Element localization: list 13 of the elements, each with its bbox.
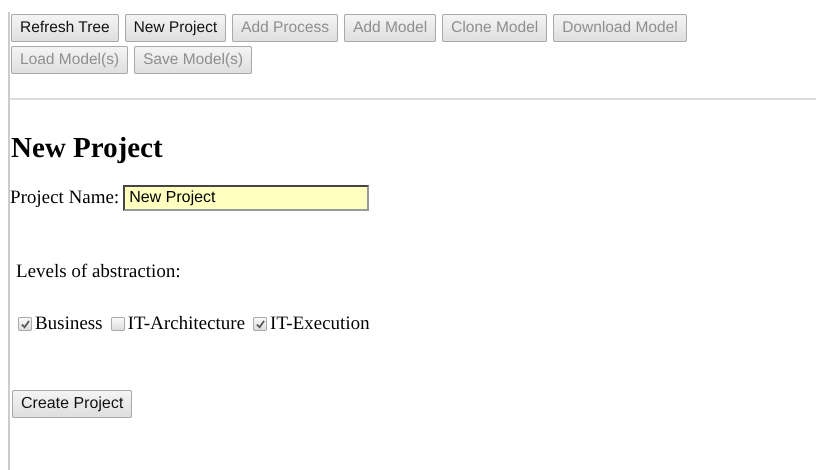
checkbox[interactable] [253,317,268,331]
checkbox-label: IT-Execution [270,313,370,335]
checkbox[interactable] [110,317,125,331]
checkbox-label: IT-Architecture [128,313,246,335]
field-label: Project Name: [10,187,120,209]
create-project-button[interactable]: Create Project [12,390,132,418]
section-label: Levels of abstraction: [16,261,182,283]
project-name-field[interactable]: New Project [123,185,370,211]
toolbar-button[interactable]: Refresh Tree [11,14,119,42]
page-heading: New Project [10,132,164,165]
checkbox-label: Business [35,313,103,335]
toolbar-button[interactable]: New Project [124,14,226,42]
checkbox[interactable] [18,317,32,331]
